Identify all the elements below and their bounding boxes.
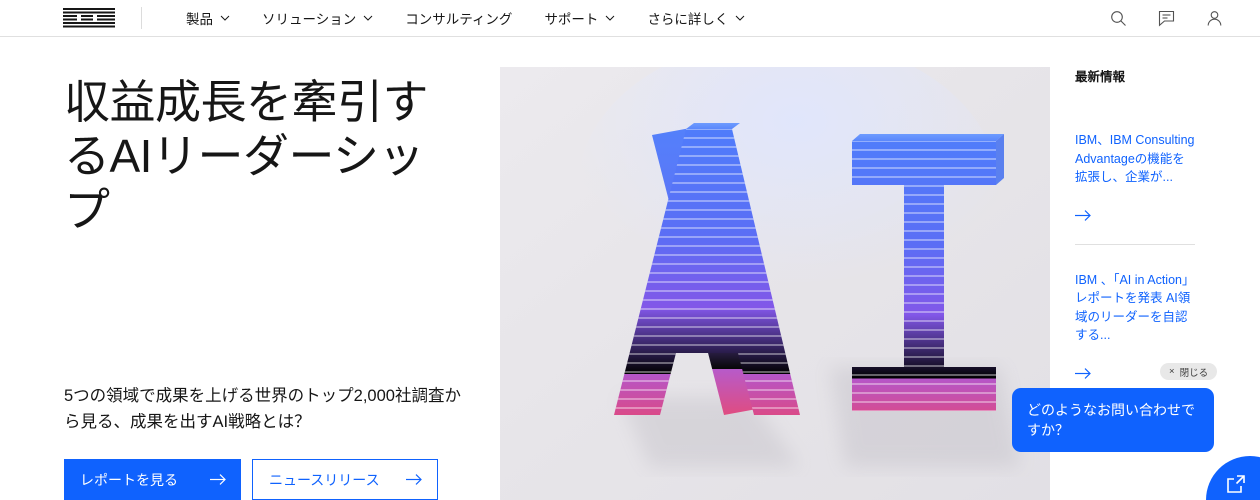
nav-item-solutions[interactable]: ソリューション xyxy=(246,0,389,37)
contact-chat-button[interactable] xyxy=(1150,0,1182,37)
arrow-right-icon[interactable] xyxy=(1075,209,1092,222)
main-navigation: 製品 ソリューション コンサルティング サポート さらに詳しく xyxy=(170,0,761,37)
hero-cta-group: レポートを見る ニュースリリース xyxy=(64,459,438,500)
page-root: 製品 ソリューション コンサルティング サポート さらに詳しく 収益成長を牽引す… xyxy=(0,0,1260,500)
header-actions xyxy=(1102,0,1230,37)
chat-launcher-button[interactable] xyxy=(1206,456,1260,500)
chevron-down-icon xyxy=(606,15,615,21)
launch-icon xyxy=(1227,475,1245,493)
ibm-logo[interactable] xyxy=(63,8,115,28)
arrow-right-icon xyxy=(210,474,226,485)
hero-subtitle: 5つの領域で成果を上げる世界のトップ2,000社調査から見る、成果を出すAI戦略… xyxy=(64,387,461,431)
user-profile-icon xyxy=(1207,11,1221,26)
nav-item-consulting[interactable]: コンサルティング xyxy=(389,0,528,37)
news-release-button[interactable]: ニュースリリース xyxy=(252,459,438,500)
chat-close-label: 閉じる xyxy=(1179,367,1209,379)
view-report-button[interactable]: レポートを見る xyxy=(64,459,241,500)
hero-image-ai-letters xyxy=(500,67,1050,500)
chevron-down-icon xyxy=(736,15,745,21)
cta-label: ニュースリリース xyxy=(269,471,380,488)
cta-label: レポートを見る xyxy=(80,471,178,488)
chat-close-button[interactable]: × 閉じる xyxy=(1160,363,1218,380)
nav-label: 製品 xyxy=(186,12,213,27)
chat-icon xyxy=(1158,10,1174,27)
chevron-down-icon xyxy=(363,15,373,21)
nav-item-products[interactable]: 製品 xyxy=(170,0,246,37)
chevron-down-icon xyxy=(220,15,230,21)
user-profile-button[interactable] xyxy=(1198,0,1230,37)
latest-news-sidebar: 最新情報 IBM、IBM Consulting Advantageの機能を拡張し… xyxy=(1075,66,1195,380)
news-divider xyxy=(1075,243,1195,245)
sidebar-heading: 最新情報 xyxy=(1075,70,1126,84)
search-button[interactable] xyxy=(1102,0,1134,37)
chat-greeting-bubble[interactable]: どのようなお問い合わせですか？ xyxy=(1012,388,1214,452)
news-item-link[interactable]: IBM、IBM Consulting Advantageの機能を拡張し、企業が.… xyxy=(1075,131,1195,187)
nav-item-more[interactable]: さらに詳しく xyxy=(631,0,761,37)
hero-headline: 収益成長を牽引するAIリーダーシップ xyxy=(64,76,429,236)
nav-label: コンサルティング xyxy=(405,12,513,27)
close-icon: × xyxy=(1169,366,1175,377)
arrow-right-icon xyxy=(405,474,422,485)
ai-3d-illustration xyxy=(500,67,1050,500)
arrow-right-icon[interactable] xyxy=(1075,367,1092,380)
search-icon xyxy=(1110,11,1126,26)
news-item: IBM、IBM Consulting Advantageの機能を拡張し、企業が.… xyxy=(1075,131,1195,222)
nav-label: さらに詳しく xyxy=(647,12,729,27)
nav-label: サポート xyxy=(544,12,599,27)
nav-item-support[interactable]: サポート xyxy=(528,0,631,37)
site-header: 製品 ソリューション コンサルティング サポート さらに詳しく xyxy=(0,0,1260,37)
nav-label: ソリューション xyxy=(262,12,357,27)
header-divider xyxy=(141,7,142,29)
news-item-link[interactable]: IBM 、「AI in Action」レポートを発表 AI領域のリーダーを自認す… xyxy=(1075,271,1195,345)
